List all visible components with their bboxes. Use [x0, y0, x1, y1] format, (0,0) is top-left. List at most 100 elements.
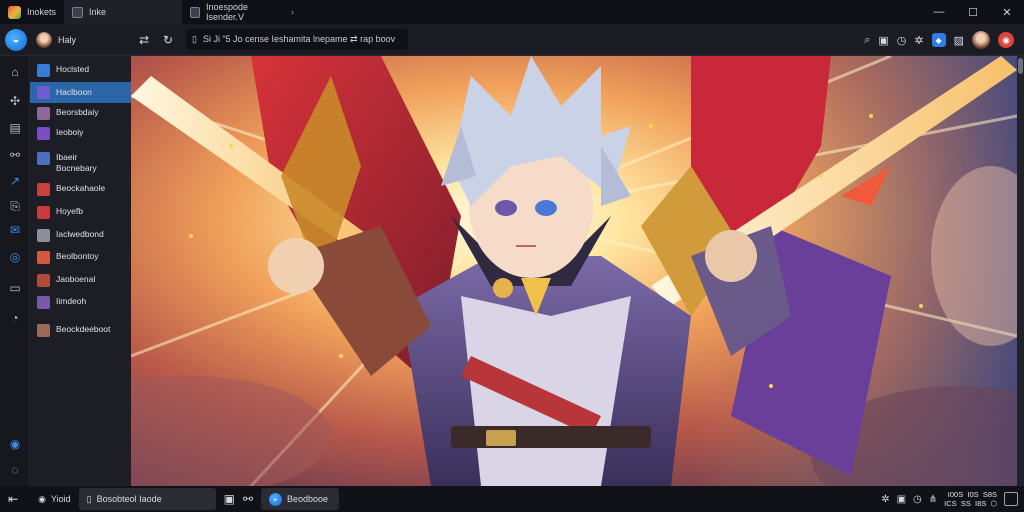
tab-label: Inke — [89, 7, 107, 17]
puzzle-icon[interactable]: ✣ — [7, 93, 23, 109]
taskbar-item-active[interactable]: ▯ Bosobteol Iaode — [78, 488, 216, 510]
sidebar-item[interactable]: Iaclwedbond — [30, 229, 131, 242]
sidebar-item-label: Ibaeir Bocnebary — [56, 152, 97, 173]
item-thumbnail — [37, 127, 50, 140]
system-clock[interactable]: I00S I0S S8S ICS SS I8S ⬡ — [944, 490, 997, 508]
search-icon[interactable]: ⌕ — [864, 34, 870, 47]
refresh-icon[interactable]: ↻ — [163, 33, 173, 47]
page-icon: ▯ — [86, 493, 92, 504]
scrollbar-thumb[interactable] — [1018, 58, 1023, 74]
history-icon[interactable]: ◷ — [897, 34, 907, 47]
icon-rail: ⌂ ✣ ▤ ⚯ ↗ ⎘ ✉ ◎ ▭ ◔ ◉ ◌ — [0, 56, 30, 486]
tab-inke[interactable]: Inke — [64, 0, 183, 24]
link-icon[interactable]: ⚯ — [7, 147, 23, 163]
mail-icon[interactable]: ✉ — [7, 222, 23, 238]
sidebar-item-label: Hoyefb — [56, 206, 83, 216]
chart-icon[interactable]: ↗ — [7, 173, 23, 189]
address-bar[interactable]: ▯ Si Ji “5 Jo cense Ieshamita lnepame ⇄ … — [186, 29, 408, 50]
screenshot-icon[interactable]: ▣ — [878, 34, 888, 47]
tab-inokets[interactable]: Inokets — [0, 0, 64, 24]
lock-icon: ▯ — [192, 34, 197, 44]
item-thumbnail — [37, 86, 50, 99]
screen-icon[interactable]: ▣ — [897, 494, 906, 505]
network-icon[interactable]: ⋔ — [929, 494, 937, 505]
taskbar: ⇤ ◉ Yioid ▯ Bosobteol Iaode ▣ ⚯ ◒ Beodbo… — [0, 486, 1024, 512]
sidebar-panel: Hoclsted Haclboon Beorsbdaiy Ieoboiy Iba… — [30, 56, 131, 486]
help-icon[interactable]: ◌ — [7, 462, 23, 478]
window-icon[interactable]: ▣ — [224, 492, 235, 506]
sidebar-item[interactable]: Beockdeeboot — [30, 324, 131, 337]
record-icon: ◉ — [38, 493, 46, 504]
sidebar-item[interactable]: Beorsbdaiy — [30, 107, 131, 120]
title-bar: Inokets Inke Inoespode Isender.V › — ☐ ✕ — [0, 0, 1024, 24]
tab-isender[interactable]: Inoespode Isender.V › — [182, 0, 302, 24]
image-icon[interactable]: ▤ — [7, 120, 23, 136]
close-button[interactable]: ✕ — [990, 0, 1024, 24]
user-name: Haly — [58, 34, 77, 45]
taskbar-item-label: Bosobteol Iaode — [96, 494, 162, 504]
sidebar-item[interactable]: Hoyefb — [30, 206, 131, 219]
sidebar-item[interactable]: Ieoboiy — [30, 127, 131, 140]
item-thumbnail — [37, 64, 50, 77]
sidebar-item[interactable]: Hoclsted — [30, 64, 131, 77]
app-home-icon[interactable]: ◒ — [5, 28, 27, 51]
bookmark-icon[interactable]: ⎘ — [7, 198, 23, 214]
browser-icon[interactable]: ◎ — [7, 249, 23, 265]
sidebar-item[interactable]: Haclboon — [30, 82, 131, 103]
window-controls: — ☐ ✕ — [922, 0, 1024, 24]
taskbar-item[interactable]: ◒ Beodbooe — [261, 488, 340, 510]
sidebar-item-label: Ieoboiy — [56, 127, 84, 137]
item-thumbnail — [37, 206, 50, 219]
sidebar-item-label: Beockdeeboot — [56, 324, 111, 334]
window-icon[interactable]: ▭ — [7, 280, 23, 296]
sidebar-item[interactable]: Jaoboenal — [30, 274, 131, 287]
tab-label: Inoespode Isender.V — [205, 2, 249, 22]
item-thumbnail — [37, 183, 50, 196]
swap-icon[interactable]: ⇄ — [139, 33, 149, 47]
artwork-viewer — [131, 56, 1017, 486]
minimize-button[interactable]: — — [922, 0, 956, 24]
item-thumbnail — [37, 251, 50, 264]
item-thumbnail — [37, 324, 50, 337]
chevron-right-icon[interactable]: › — [291, 7, 294, 17]
page-icon — [190, 6, 200, 18]
vertical-scrollbar[interactable] — [1017, 56, 1024, 486]
clock-bottom: ICS SS I8S ⬡ — [944, 499, 997, 508]
sidebar-item[interactable]: Beolbontoy — [30, 251, 131, 264]
assistant-icon[interactable]: ◉ — [7, 436, 23, 452]
account-avatar[interactable] — [972, 31, 990, 49]
extension-icon[interactable]: ◆ — [931, 33, 946, 47]
item-thumbnail — [37, 296, 50, 309]
sidebar-item[interactable]: Iimdeoh — [30, 296, 131, 309]
sidebar-item-label: Iaclwedbond — [56, 229, 104, 239]
anime-hero-artwork — [131, 56, 1017, 486]
link-icon[interactable]: ⚯ — [243, 492, 253, 506]
user-profile[interactable]: Haly — [36, 31, 77, 48]
sidebar-item-label: Beolbontoy — [56, 251, 99, 261]
sidebar-item-label: Beorsbdaiy — [56, 107, 99, 117]
settings-icon[interactable]: ✲ — [881, 494, 889, 505]
toolbar-actions: ⌕ ▣ ◷ ✲ ◆ ▨ ◉ — [864, 24, 1014, 56]
sidebar-item[interactable]: Beockahaole — [30, 183, 131, 196]
toolbar: ◒ Haly ⇄ ↻ ▯ Si Ji “5 Jo cense Ieshamita… — [0, 24, 1024, 56]
maximize-button[interactable]: ☐ — [956, 0, 990, 24]
taskbar-item[interactable]: ◉ Yioid — [30, 488, 79, 510]
sidebar-item-label: Jaoboenal — [56, 274, 96, 284]
back-icon[interactable]: ⇤ — [8, 492, 18, 506]
clock-icon[interactable]: ◔ — [7, 310, 23, 326]
sidebar-item-label: Iimdeoh — [56, 296, 87, 306]
taskbar-item-label: Yioid — [50, 494, 71, 504]
history-icon[interactable]: ◷ — [913, 494, 922, 505]
notification-center-icon[interactable] — [1004, 492, 1018, 506]
app-logo-icon — [8, 5, 21, 19]
item-thumbnail — [37, 229, 50, 242]
settings-icon[interactable]: ✲ — [914, 34, 923, 47]
notification-icon[interactable]: ◉ — [998, 32, 1014, 48]
item-thumbnail — [37, 107, 50, 120]
browser-icon: ◒ — [269, 492, 283, 506]
address-text: Si Ji “5 Jo cense Ieshamita lnepame ⇄ ra… — [202, 34, 396, 44]
page-icon — [72, 6, 84, 18]
home-icon[interactable]: ⌂ — [7, 64, 23, 80]
gallery-icon[interactable]: ▨ — [954, 34, 964, 47]
sidebar-item[interactable]: Ibaeir Bocnebary — [30, 152, 120, 174]
